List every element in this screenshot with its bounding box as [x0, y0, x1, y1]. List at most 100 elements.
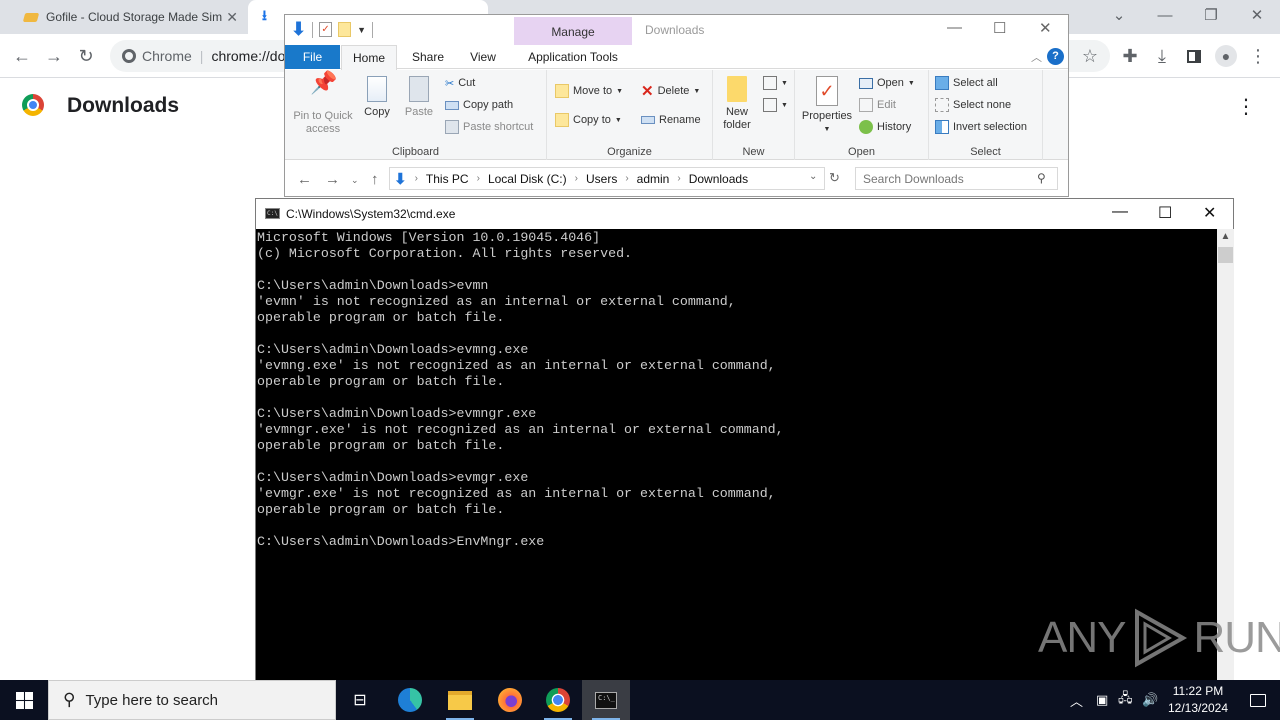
extensions-button[interactable]: ✚ [1116, 42, 1144, 70]
network-icon[interactable]: 🖧 [1118, 680, 1133, 720]
breadcrumb-local-disk[interactable]: Local Disk (C:) [488, 172, 567, 186]
watermark-left-text: ANY [1038, 613, 1126, 662]
open-icon [859, 77, 873, 89]
pin-to-quick-access-button[interactable]: 📌 Pin to Quick access [291, 72, 355, 136]
delete-button[interactable]: ✕ Delete ▼ [641, 82, 700, 100]
tab-home[interactable]: Home [341, 45, 397, 70]
explorer-back-button[interactable]: ← [297, 171, 312, 188]
easy-access-button[interactable]: ▼ [763, 96, 788, 114]
tab-share[interactable]: Share [403, 45, 453, 69]
explorer-titlebar: ⬇ ✓ ▼ Manage Downloads — ☐ ✕ [285, 15, 1068, 45]
paste-button[interactable]: Paste [401, 76, 437, 119]
new-group-label: New [742, 146, 765, 158]
select-none-button[interactable]: Select none [935, 96, 1011, 114]
explorer-close-button[interactable]: ✕ [1039, 19, 1052, 37]
site-label: Chrome [142, 48, 192, 64]
taskbar-cmd[interactable]: C:\_ [582, 680, 630, 720]
open-button[interactable]: Open ▼ [859, 74, 915, 92]
move-to-button[interactable]: Move to ▼ [555, 82, 623, 100]
tab-gofile[interactable]: Gofile - Cloud Storage Made Sim ✕ [0, 0, 248, 34]
history-button[interactable]: History [859, 118, 911, 136]
new-item-button[interactable]: ▼ [763, 74, 788, 92]
invert-selection-button[interactable]: Invert selection [935, 118, 1027, 136]
reload-button[interactable]: ↻ [72, 42, 100, 70]
tray-camera-icon[interactable]: ▣ [1096, 680, 1108, 720]
tab-application-tools[interactable]: Application Tools [514, 45, 632, 69]
page-more-actions-icon[interactable]: ⋮ [1236, 94, 1256, 119]
tab-view[interactable]: View [457, 45, 509, 69]
customize-qat-icon[interactable]: ▼ [357, 25, 366, 35]
taskbar-search-box[interactable]: ⚲ Type here to search [48, 680, 336, 720]
breadcrumb-users[interactable]: Users [586, 172, 617, 186]
help-icon[interactable]: ? [1047, 48, 1064, 65]
explorer-minimize-button[interactable]: — [947, 19, 962, 36]
chrome-menu-button[interactable]: ⋮ [1244, 42, 1272, 70]
breadcrumb-downloads[interactable]: Downloads [689, 172, 748, 186]
cmd-titlebar: C:\ C:\Windows\System32\cmd.exe — ☐ ✕ [256, 199, 1233, 229]
up-button[interactable]: ↑ [371, 171, 379, 188]
firefox-icon [498, 688, 522, 712]
cut-button[interactable]: ✂ Cut [445, 74, 475, 92]
explorer-address-bar[interactable]: ⬇ › This PC › Local Disk (C:) › Users › … [389, 167, 825, 190]
show-hidden-icons-button[interactable]: ︿ [1070, 680, 1083, 720]
profile-button[interactable]: ● [1212, 42, 1240, 70]
file-explorer-window: ⬇ ✓ ▼ Manage Downloads — ☐ ✕ File Home S… [284, 14, 1069, 197]
manage-context-tab[interactable]: Manage [514, 17, 632, 45]
taskbar-edge[interactable] [386, 680, 434, 720]
refresh-icon[interactable]: ↻ [829, 170, 840, 186]
forward-button[interactable]: → [40, 42, 68, 70]
paste-shortcut-button[interactable]: Paste shortcut [445, 118, 533, 136]
taskbar-clock[interactable]: 11:22 PM 12/13/2024 [1162, 683, 1234, 717]
scroll-thumb[interactable] [1218, 247, 1233, 263]
cmd-title: C:\Windows\System32\cmd.exe [286, 207, 456, 221]
cmd-minimize-button[interactable]: — [1112, 203, 1128, 221]
chrome-minimize-button[interactable]: — [1142, 0, 1188, 30]
taskbar-file-explorer[interactable] [436, 680, 484, 720]
properties-button[interactable]: ✓ Properties ▼ [799, 76, 855, 136]
back-button[interactable]: ← [8, 42, 36, 70]
cmd-close-button[interactable]: ✕ [1203, 203, 1216, 223]
explorer-maximize-button[interactable]: ☐ [993, 19, 1006, 37]
dropdown-arrow-icon: ▼ [781, 101, 788, 109]
back-arrow-icon: ← [13, 45, 31, 66]
taskbar-firefox[interactable] [486, 680, 534, 720]
copy-button[interactable]: Copy [359, 76, 395, 119]
explorer-forward-button[interactable]: → [325, 171, 340, 188]
tab-search-button[interactable]: ⌄ [1096, 0, 1142, 30]
collapse-ribbon-icon[interactable]: ︿ [1031, 49, 1042, 65]
side-panel-button[interactable] [1180, 42, 1208, 70]
breadcrumb-this-pc[interactable]: This PC [426, 172, 469, 186]
select-all-button[interactable]: Select all [935, 74, 998, 92]
new-folder-qat-icon[interactable] [338, 22, 352, 37]
tab-file[interactable]: File [285, 45, 340, 69]
volume-icon[interactable]: 🔊 [1142, 680, 1158, 720]
copy-path-button[interactable]: Copy path [445, 96, 513, 114]
bookmark-star-button[interactable]: ☆ [1076, 42, 1104, 70]
copy-to-button[interactable]: Copy to ▼ [555, 111, 622, 129]
recent-locations-button[interactable]: ⌄ [351, 175, 359, 186]
taskbar: ⚲ Type here to search ⊟ C:\_ ︿ ▣ 🖧 🔊 11:… [0, 680, 1280, 720]
taskbar-chrome[interactable] [534, 680, 582, 720]
properties-icon: ✓ [816, 76, 838, 106]
address-dropdown-icon[interactable]: ⌄ [809, 171, 817, 182]
chrome-restore-button[interactable]: ❐ [1188, 0, 1234, 30]
cmd-maximize-button[interactable]: ☐ [1158, 203, 1172, 223]
console-line: operable program or batch file. [257, 438, 505, 453]
breadcrumb-admin[interactable]: admin [637, 172, 670, 186]
task-view-button[interactable]: ⊟ [336, 680, 384, 720]
downloads-button[interactable]: ⤓ [1148, 42, 1176, 70]
start-button[interactable] [0, 680, 48, 720]
scroll-up-arrow-icon[interactable]: ▲ [1217, 231, 1234, 245]
edit-button[interactable]: Edit [859, 96, 896, 114]
properties-qat-icon[interactable]: ✓ [319, 22, 333, 37]
rename-button[interactable]: Rename [641, 111, 701, 129]
action-center-button[interactable] [1236, 680, 1280, 720]
console-line: 'evmn' is not recognized as an internal … [257, 294, 736, 309]
explorer-search-input[interactable]: Search Downloads [855, 167, 1058, 190]
ribbon-home: 📌 Pin to Quick access Copy Paste ✂ Cut C… [285, 70, 1068, 160]
tab-close-icon[interactable]: ✕ [226, 9, 238, 26]
new-folder-button[interactable]: New folder [717, 76, 757, 132]
chrome-close-button[interactable]: ✕ [1234, 0, 1280, 30]
